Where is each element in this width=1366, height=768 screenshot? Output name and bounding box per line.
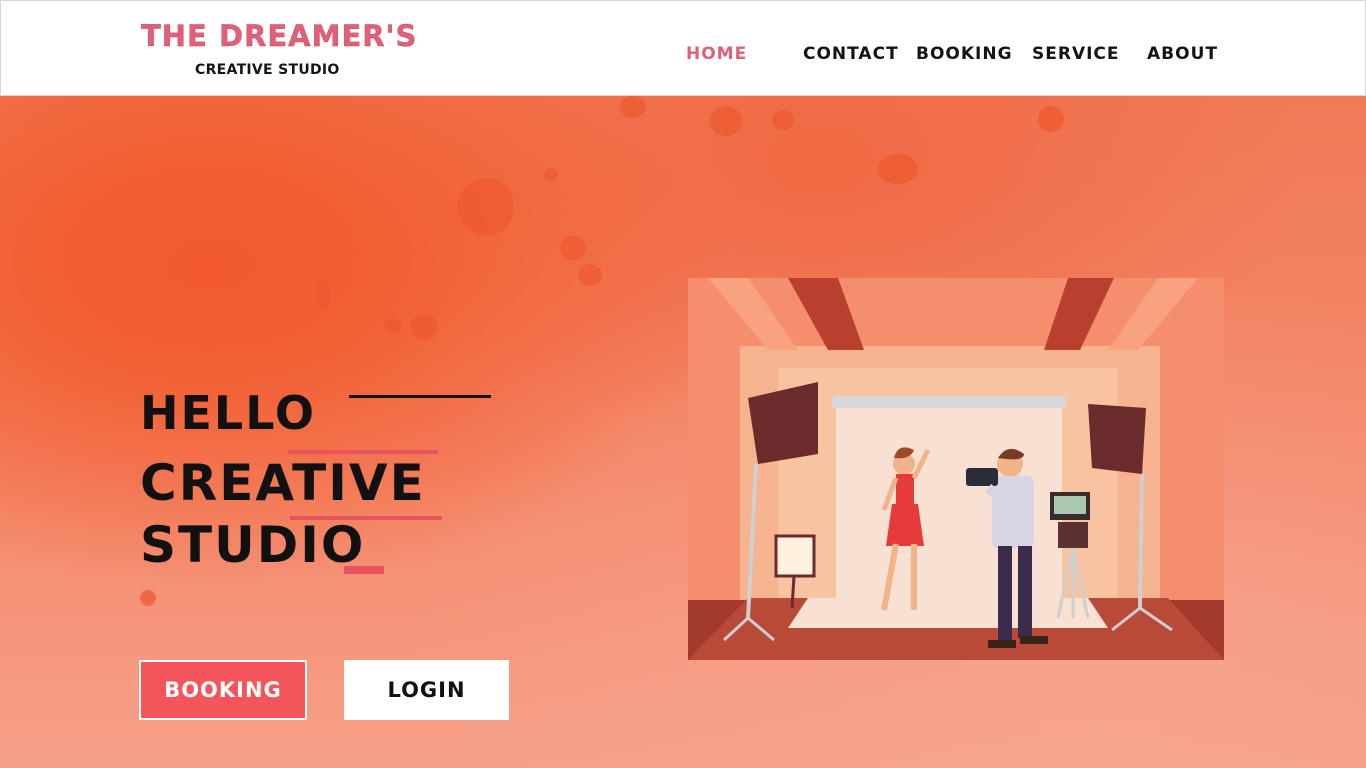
login-button[interactable]: LOGIN <box>344 660 509 720</box>
paint-splatter <box>710 106 742 136</box>
accent-bar <box>344 566 384 574</box>
nav-service[interactable]: SERVICE <box>1032 44 1120 64</box>
nav-booking[interactable]: BOOKING <box>916 44 1013 64</box>
paint-splatter <box>544 168 558 182</box>
hello-divider-line <box>349 395 491 398</box>
paint-splatter <box>878 154 918 184</box>
paint-splatter <box>560 236 586 260</box>
hero-hello: HELLO <box>140 386 317 440</box>
logo-subtitle[interactable]: CREATIVE STUDIO <box>195 62 340 78</box>
paint-splatter <box>620 96 646 118</box>
paint-splatter <box>316 280 330 310</box>
paint-splatter <box>140 590 156 606</box>
site-header: THE DREAMER'S CREATIVE STUDIO HOME CONTA… <box>0 0 1366 96</box>
nav-about[interactable]: ABOUT <box>1147 44 1218 64</box>
nav-contact[interactable]: CONTACT <box>803 44 899 64</box>
paint-splatter <box>578 264 602 286</box>
hero-title-creative: CREATIVE <box>140 454 426 512</box>
logo-title[interactable]: THE DREAMER'S <box>141 19 417 53</box>
nav-home[interactable]: HOME <box>686 44 747 64</box>
paint-splatter <box>772 110 794 130</box>
paint-splatter <box>410 314 438 340</box>
paint-splatter <box>384 318 402 334</box>
booking-button[interactable]: BOOKING <box>139 660 307 720</box>
hero-section: HELLO CREATIVE STUDIO BOOKING LOGIN <box>0 96 1366 768</box>
paint-splatter <box>458 178 514 236</box>
studio-illustration <box>688 278 1224 660</box>
hero-title-studio: STUDIO <box>140 516 366 574</box>
paint-splatter <box>1038 106 1064 132</box>
